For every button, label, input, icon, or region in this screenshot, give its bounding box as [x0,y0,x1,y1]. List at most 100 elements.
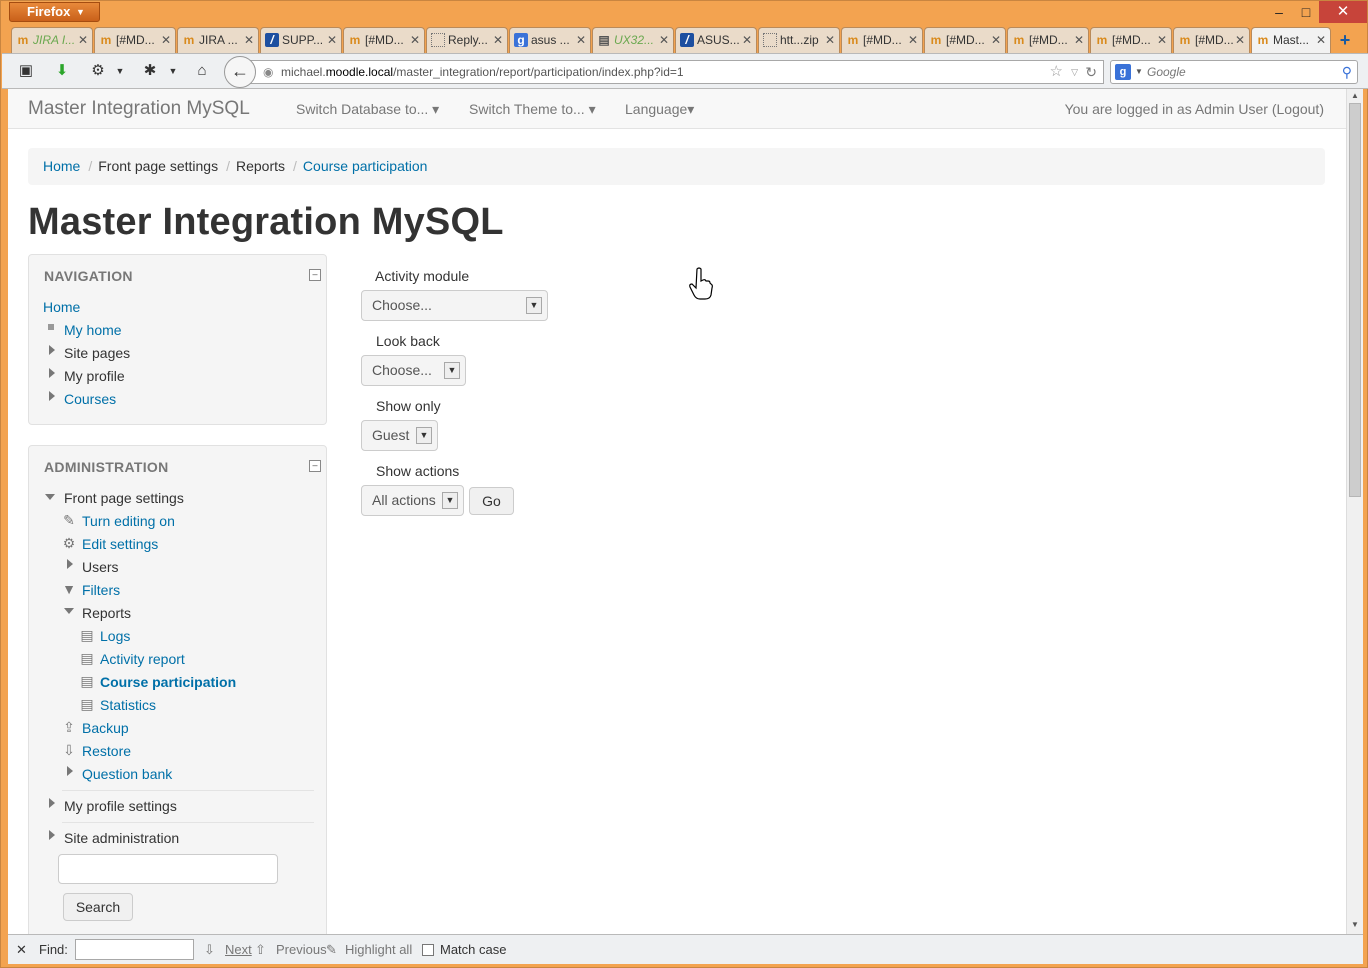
language-menu[interactable]: Language▾ [625,101,694,118]
highlight-all[interactable]: Highlight all [345,935,412,965]
site-brand[interactable]: Master Integration MySQL [28,98,250,120]
browser-tab[interactable]: m [#MD... ✕ [841,27,923,53]
maximize-icon[interactable]: □ [1292,1,1320,23]
nav-home-link[interactable]: Home [43,299,80,315]
browser-tab[interactable]: m JIRA ... ✕ [177,27,259,53]
browser-tab[interactable]: / SUPP... ✕ [260,27,342,53]
search-icon[interactable]: ⚲ [1342,61,1352,83]
scrollbar-thumb[interactable] [1349,103,1361,497]
close-tab-icon[interactable]: ✕ [659,28,669,52]
breadcrumb-course-participation[interactable]: Course participation [303,158,428,174]
switch-theme-menu[interactable]: Switch Theme to... ▾ [469,101,596,118]
admin-filters[interactable]: Filters [82,582,120,598]
collapse-arrow-icon[interactable] [64,608,74,614]
nav-courses[interactable]: Courses [64,391,116,407]
admin-front-page-settings[interactable]: Front page settings [64,490,184,506]
close-tab-icon[interactable]: ✕ [576,28,586,52]
reload-icon[interactable]: ↻ [1085,61,1097,83]
browser-tab[interactable]: m [#MD... ✕ [343,27,425,53]
close-tab-icon[interactable]: ✕ [327,28,337,52]
expand-arrow-icon[interactable] [49,391,55,401]
nav-my-home[interactable]: My home [64,322,122,338]
vertical-scrollbar[interactable]: ▲ ▼ [1346,89,1363,934]
chevron-down-icon[interactable]: ▼ [110,61,130,81]
firebug-icon[interactable]: ✱ [140,61,160,81]
expand-arrow-icon[interactable] [49,368,55,378]
match-case-checkbox[interactable] [422,944,434,956]
expand-arrow-icon[interactable] [67,766,73,776]
browser-tab[interactable]: m [#MD... ✕ [94,27,176,53]
search-bar[interactable]: g ▼ Google ⚲ [1110,60,1358,84]
show-only-select[interactable]: Guest ▼ [361,420,438,451]
browser-tab[interactable]: m [#MD... ✕ [924,27,1006,53]
breadcrumb-home[interactable]: Home [43,158,80,174]
collapse-icon[interactable]: – [309,460,321,472]
download-icon[interactable]: ⬇ [52,61,72,81]
new-tab-icon[interactable]: + [1334,30,1356,52]
nav-site-pages[interactable]: Site pages [64,345,130,361]
close-tab-icon[interactable]: ✕ [244,28,254,52]
close-tab-icon[interactable]: ✕ [825,28,835,52]
browser-tab[interactable]: ▤ UX32... ✕ [592,27,674,53]
login-info[interactable]: You are logged in as Admin User (Logout) [1065,101,1324,117]
nav-my-profile[interactable]: My profile [64,368,125,384]
find-next[interactable]: Next [225,935,252,965]
expand-arrow-icon[interactable] [49,345,55,355]
home-icon[interactable]: ⌂ [192,61,212,81]
close-tab-icon[interactable]: ✕ [1157,28,1167,52]
browser-tab[interactable]: m [#MD... ✕ [1090,27,1172,53]
expand-arrow-icon[interactable] [67,559,73,569]
star-icon[interactable]: ☆ [1050,61,1063,83]
close-find-icon[interactable]: ✕ [16,935,27,965]
close-window-icon[interactable]: ✕ [1319,1,1367,23]
admin-question-bank[interactable]: Question bank [82,766,172,782]
close-tab-icon[interactable]: ✕ [1074,28,1084,52]
dropdown-icon[interactable]: ▽ [1071,61,1078,83]
scroll-down-icon[interactable]: ▼ [1349,920,1361,932]
find-previous[interactable]: Previous [276,935,327,965]
report-activity[interactable]: Activity report [100,651,185,667]
browser-tab[interactable]: htt...zip ✕ [758,27,840,53]
browser-tab[interactable]: m [#MD... ✕ [1173,27,1250,53]
expand-arrow-icon[interactable] [49,830,55,840]
admin-search-input[interactable] [58,854,278,884]
admin-edit-settings[interactable]: Edit settings [82,536,158,552]
admin-turn-editing-on[interactable]: Turn editing on [82,513,175,529]
admin-my-profile-settings[interactable]: My profile settings [64,798,177,814]
minimize-icon[interactable]: – [1265,1,1293,23]
find-input[interactable] [75,939,194,960]
close-tab-icon[interactable]: ✕ [493,28,503,52]
activity-module-select[interactable]: Choose... ▼ [361,290,548,321]
browser-tab[interactable]: g asus ... ✕ [509,27,591,53]
admin-backup[interactable]: Backup [82,720,129,736]
close-tab-icon[interactable]: ✕ [991,28,1001,52]
collapse-icon[interactable]: – [309,269,321,281]
report-statistics[interactable]: Statistics [100,697,156,713]
browser-tab-active[interactable]: m Mast... ✕ [1251,27,1331,54]
close-tab-icon[interactable]: ✕ [1235,28,1245,52]
close-tab-icon[interactable]: ✕ [1316,28,1326,52]
close-tab-icon[interactable]: ✕ [742,28,752,52]
show-actions-select[interactable]: All actions ▼ [361,485,464,516]
close-tab-icon[interactable]: ✕ [78,28,88,52]
look-back-select[interactable]: Choose... ▼ [361,355,466,386]
expand-arrow-icon[interactable] [49,798,55,808]
browser-tab[interactable]: / ASUS... ✕ [675,27,757,53]
gear-icon[interactable]: ⚙ [88,61,108,81]
collapse-arrow-icon[interactable] [45,494,55,500]
chevron-down-icon[interactable]: ▼ [163,61,183,81]
browser-tab[interactable]: m JIRA I... ✕ [11,27,93,53]
admin-search-button[interactable]: Search [63,893,133,921]
admin-users[interactable]: Users [82,559,119,575]
close-tab-icon[interactable]: ✕ [410,28,420,52]
report-logs[interactable]: Logs [100,628,130,644]
admin-reports[interactable]: Reports [82,605,131,621]
browser-tab[interactable]: Reply... ✕ [426,27,508,53]
close-tab-icon[interactable]: ✕ [908,28,918,52]
firefox-menu-button[interactable]: Firefox ▼ [9,2,100,22]
report-course-participation[interactable]: Course participation [100,674,236,690]
close-tab-icon[interactable]: ✕ [161,28,171,52]
browser-tab[interactable]: m [#MD... ✕ [1007,27,1089,53]
admin-restore[interactable]: Restore [82,743,131,759]
go-button[interactable]: Go [469,487,514,515]
